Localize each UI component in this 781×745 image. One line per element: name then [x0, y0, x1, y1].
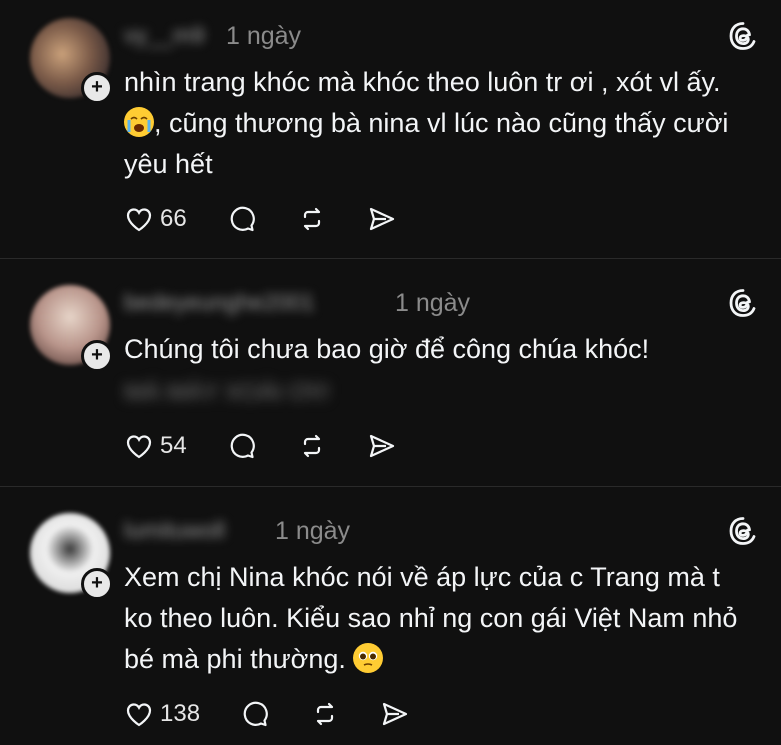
- comment-text: Xem chị Nina khóc nói về áp lực của c Tr…: [124, 557, 754, 680]
- comment-1: + vy__m9 1 ngày nhìn trang khóc mà khóc …: [0, 0, 781, 258]
- reply-button[interactable]: [227, 204, 257, 234]
- username[interactable]: lumituwoll: [124, 517, 225, 544]
- comment-text-part-1: Xem chị Nina khóc nói về áp lực của c Tr…: [124, 562, 738, 674]
- repost-icon: [316, 702, 334, 726]
- comment-3: + lumituwoll 1 ngày Xem chị Nina khóc nó…: [0, 487, 781, 745]
- comment-icon: [230, 433, 255, 459]
- follow-plus-icon[interactable]: +: [81, 568, 113, 600]
- share-button[interactable]: [367, 431, 397, 461]
- timestamp: 1 ngày: [226, 22, 302, 50]
- username[interactable]: vy__m9: [124, 22, 205, 49]
- like-button[interactable]: 54: [124, 431, 187, 461]
- comment-icon: [230, 206, 255, 232]
- threads-logo-icon[interactable]: [727, 287, 759, 319]
- comment-icon: [243, 701, 268, 727]
- follow-plus-icon[interactable]: +: [81, 72, 113, 104]
- share-button[interactable]: [367, 204, 397, 234]
- action-bar: 138: [124, 698, 450, 730]
- action-bar: 66: [124, 203, 437, 235]
- comment-text-part-1: nhìn trang khóc mà khóc theo luôn tr ơi …: [124, 67, 721, 97]
- timestamp: 1 ngày: [275, 517, 351, 545]
- action-bar: 54: [124, 430, 437, 462]
- hidden-text-line: MÁ MÀY XOÀI ƠI!!: [124, 379, 330, 406]
- pleading-face-emoji: [353, 643, 384, 673]
- share-icon: [382, 702, 408, 726]
- repost-button[interactable]: [310, 699, 340, 729]
- reply-button[interactable]: [227, 431, 257, 461]
- repost-button[interactable]: [297, 204, 327, 234]
- like-count: 54: [160, 432, 187, 459]
- like-count: 138: [160, 700, 201, 727]
- timestamp: 1 ngày: [395, 289, 471, 317]
- username[interactable]: bedeyeunghe2001: [124, 289, 315, 316]
- repost-button[interactable]: [297, 431, 327, 461]
- comment-text: Chúng tôi chưa bao giờ để công chúa khóc…: [124, 334, 650, 364]
- threads-logo-icon[interactable]: [727, 515, 759, 547]
- crying-face-emoji: [124, 107, 154, 137]
- like-button[interactable]: 66: [124, 204, 187, 234]
- like-button[interactable]: 138: [124, 699, 200, 729]
- follow-plus-icon[interactable]: +: [81, 340, 113, 372]
- heart-icon: [126, 703, 152, 727]
- heart-icon: [126, 208, 152, 232]
- share-button[interactable]: [380, 699, 410, 729]
- repost-icon: [303, 434, 320, 458]
- repost-icon: [303, 207, 320, 231]
- share-icon: [369, 434, 394, 458]
- share-icon: [369, 207, 394, 231]
- threads-logo-icon[interactable]: [727, 20, 759, 52]
- heart-icon: [126, 435, 152, 459]
- comment-text: nhìn trang khóc mà khóc theo luôn tr ơi …: [124, 62, 754, 185]
- comment-2: + bedeyeunghe2001 1 ngày Chúng tôi chưa …: [0, 259, 781, 486]
- like-count: 66: [160, 205, 187, 232]
- reply-button[interactable]: [240, 699, 270, 729]
- comment-text-part-2: , cũng thương bà nina vl lúc nào cũng th…: [124, 108, 729, 179]
